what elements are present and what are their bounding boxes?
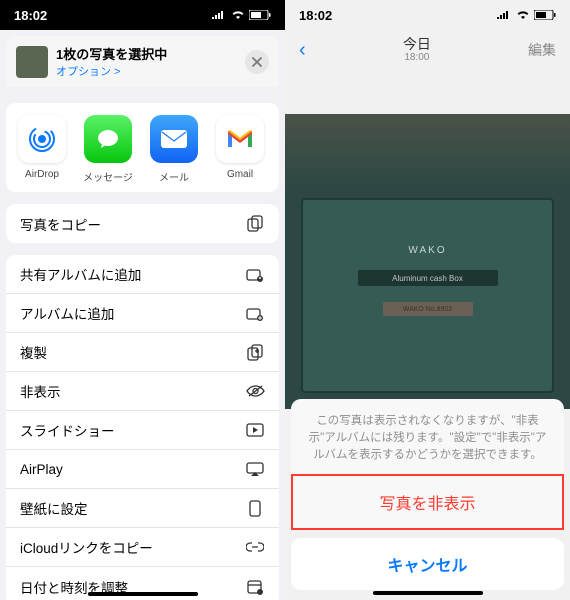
close-button[interactable] bbox=[245, 50, 269, 74]
back-button[interactable]: ‹ bbox=[299, 39, 306, 62]
eye-slash-icon bbox=[245, 384, 265, 398]
status-indicators bbox=[211, 10, 271, 20]
channel-messages[interactable]: メッセージ bbox=[78, 115, 138, 184]
wifi-icon bbox=[231, 10, 245, 20]
hide-photo-button[interactable]: 写真を非表示 bbox=[291, 474, 564, 530]
action-label: 写真をコピー bbox=[20, 214, 101, 234]
action-group-copy: 写真をコピー bbox=[6, 204, 279, 243]
channel-label: メール bbox=[159, 169, 189, 184]
action-label: 共有アルバムに追加 bbox=[20, 264, 141, 284]
phone-rect-icon bbox=[245, 500, 265, 517]
cancel-button[interactable]: キャンセル bbox=[291, 538, 564, 590]
action-label: スライドショー bbox=[20, 420, 115, 440]
action-label: 非表示 bbox=[20, 381, 61, 401]
action-add-shared-album[interactable]: 共有アルバムに追加 bbox=[6, 255, 279, 294]
photo-detail-screen: 18:02 ‹ 今日 18:00 編集 WAKO Aluminum cash B… bbox=[285, 0, 570, 600]
hide-action-sheet: この写真は表示されなくなりますが、"非表示"アルバムには残ります。"設定"で"非… bbox=[291, 399, 564, 600]
channel-label: AirDrop bbox=[25, 169, 59, 180]
edit-button[interactable]: 編集 bbox=[528, 40, 556, 60]
share-sheet-screen: 18:02 1枚の写真を選択中 オプション > AirDrop メッセージ bbox=[0, 0, 285, 600]
nav-title: 今日 bbox=[403, 36, 431, 53]
action-slideshow[interactable]: スライドショー bbox=[6, 411, 279, 450]
nav-bar: ‹ 今日 18:00 編集 bbox=[285, 30, 570, 70]
photo-tag-text: WAKO No.8902 bbox=[383, 302, 473, 316]
play-rect-icon bbox=[245, 423, 265, 437]
nav-subtitle: 18:00 bbox=[403, 52, 431, 64]
action-label: 複製 bbox=[20, 342, 47, 362]
channel-label: Gmail bbox=[227, 169, 253, 180]
photo-plate-text: Aluminum cash Box bbox=[358, 270, 498, 286]
airdrop-icon bbox=[18, 115, 66, 163]
sheet-title: 1枚の写真を選択中 bbox=[56, 44, 237, 63]
channel-gmail[interactable]: Gmail bbox=[210, 115, 270, 184]
action-add-album[interactable]: アルバムに追加 bbox=[6, 294, 279, 333]
action-duplicate[interactable]: 複製 bbox=[6, 333, 279, 372]
battery-icon bbox=[249, 10, 271, 20]
status-bar: 18:02 bbox=[285, 0, 570, 30]
channel-mail[interactable]: メール bbox=[144, 115, 204, 184]
options-link[interactable]: オプション > bbox=[56, 63, 237, 79]
status-time: 18:02 bbox=[299, 8, 332, 23]
sheet-header: 1枚の写真を選択中 オプション > bbox=[6, 36, 279, 87]
status-bar: 18:02 bbox=[0, 0, 285, 30]
duplicate-icon bbox=[245, 344, 265, 361]
channel-more[interactable] bbox=[276, 115, 279, 184]
nav-title-block: 今日 18:00 bbox=[403, 36, 431, 65]
calendar-icon bbox=[245, 579, 265, 595]
shared-album-icon bbox=[245, 267, 265, 282]
channel-airdrop[interactable]: AirDrop bbox=[12, 115, 72, 184]
home-indicator[interactable] bbox=[88, 592, 198, 596]
battery-icon bbox=[534, 10, 556, 20]
share-channels-row: AirDrop メッセージ メール Gmail bbox=[6, 103, 279, 192]
action-group-main: 共有アルバムに追加 アルバムに追加 複製 非表示 スライドショー AirPlay… bbox=[6, 255, 279, 600]
action-label: アルバムに追加 bbox=[20, 303, 114, 323]
signal-icon bbox=[496, 10, 512, 20]
gmail-icon bbox=[216, 115, 264, 163]
status-indicators bbox=[496, 10, 556, 20]
copy-icon bbox=[245, 215, 265, 232]
airplay-icon bbox=[245, 462, 265, 477]
mail-icon bbox=[150, 115, 198, 163]
photo-content: WAKO Aluminum cash Box WAKO No.8902 bbox=[301, 198, 554, 393]
action-wallpaper[interactable]: 壁紙に設定 bbox=[6, 489, 279, 528]
album-plus-icon bbox=[245, 306, 265, 321]
photo-viewer[interactable]: WAKO Aluminum cash Box WAKO No.8902 bbox=[285, 114, 570, 409]
action-copy-photo[interactable]: 写真をコピー bbox=[6, 204, 279, 243]
status-time: 18:02 bbox=[14, 8, 47, 23]
action-airplay[interactable]: AirPlay bbox=[6, 450, 279, 489]
messages-icon bbox=[84, 115, 132, 163]
photo-brand-text: WAKO bbox=[408, 245, 446, 256]
channel-label: メッセージ bbox=[83, 169, 133, 184]
home-indicator[interactable] bbox=[373, 591, 483, 595]
action-icloud-link[interactable]: iCloudリンクをコピー bbox=[6, 528, 279, 567]
link-icon bbox=[245, 542, 265, 552]
close-icon bbox=[252, 57, 262, 67]
signal-icon bbox=[211, 10, 227, 20]
wifi-icon bbox=[516, 10, 530, 20]
action-label: iCloudリンクをコピー bbox=[20, 537, 153, 557]
dialog-message: この写真は表示されなくなりますが、"非表示"アルバムには残ります。"設定"で"非… bbox=[291, 399, 564, 475]
photo-thumbnail[interactable] bbox=[16, 46, 48, 78]
action-label: AirPlay bbox=[20, 462, 63, 477]
sheet-header-text: 1枚の写真を選択中 オプション > bbox=[56, 44, 237, 79]
action-label: 壁紙に設定 bbox=[20, 498, 88, 518]
action-hide[interactable]: 非表示 bbox=[6, 372, 279, 411]
